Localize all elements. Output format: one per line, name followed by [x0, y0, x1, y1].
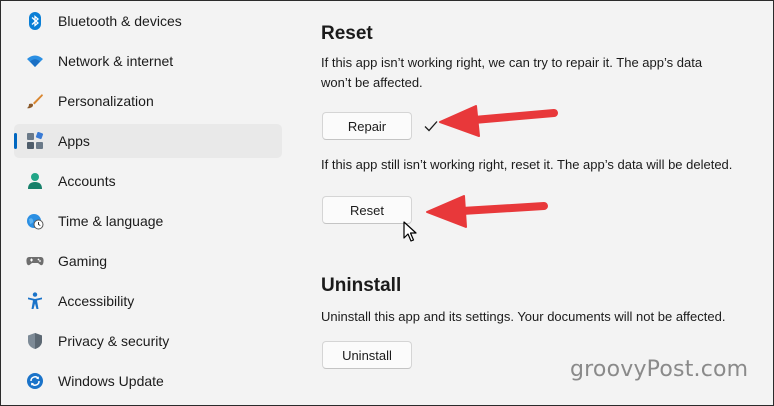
gamepad-icon	[26, 257, 44, 266]
reset-button[interactable]: Reset	[322, 196, 412, 224]
sidebar-item-apps[interactable]: Apps	[14, 124, 282, 158]
sidebar-item-privacy-security[interactable]: Privacy & security	[14, 324, 282, 358]
sidebar-item-accounts[interactable]: Accounts	[14, 164, 282, 198]
repair-description-line-2: won’t be affected.	[321, 75, 423, 90]
accessibility-icon	[28, 292, 42, 309]
annotation-arrow-icon	[426, 195, 548, 228]
sidebar-item-time-language[interactable]: Time & language	[14, 204, 282, 238]
uninstall-section-title: Uninstall	[321, 275, 402, 296]
watermark: groovyPost.com	[570, 357, 749, 382]
mouse-cursor-icon	[403, 221, 417, 242]
annotation-arrow-icon	[439, 105, 558, 137]
person-icon	[28, 173, 42, 189]
sidebar-item-label: Windows Update	[58, 373, 164, 389]
sidebar-item-bluetooth[interactable]: Bluetooth & devices	[14, 4, 282, 38]
update-icon	[27, 373, 43, 389]
sidebar-item-label: Accessibility	[58, 293, 135, 309]
sidebar: Bluetooth & devices Network & internet P…	[0, 0, 290, 406]
uninstall-description: Uninstall this app and its settings. You…	[321, 309, 726, 324]
sidebar-item-label: Network & internet	[58, 53, 174, 69]
apps-icon	[27, 132, 44, 149]
sidebar-item-label: Time & language	[58, 213, 164, 229]
sidebar-item-accessibility[interactable]: Accessibility	[14, 284, 282, 318]
sidebar-item-label: Bluetooth & devices	[58, 13, 182, 29]
sidebar-item-label: Accounts	[58, 173, 116, 189]
sidebar-item-label: Privacy & security	[58, 333, 170, 349]
shield-icon	[28, 333, 42, 349]
reset-section-title: Reset	[321, 23, 373, 44]
uninstall-button[interactable]: Uninstall	[322, 341, 412, 369]
sidebar-item-label: Apps	[58, 133, 90, 149]
sidebar-item-label: Gaming	[58, 253, 108, 269]
selection-indicator	[14, 133, 17, 149]
bluetooth-icon	[29, 12, 41, 30]
sidebar-item-windows-update[interactable]: Windows Update	[14, 364, 282, 398]
sidebar-item-personalization[interactable]: Personalization	[14, 84, 282, 118]
sidebar-item-gaming[interactable]: Gaming	[14, 244, 282, 278]
sidebar-item-label: Personalization	[58, 93, 154, 109]
repair-description: If this app isn’t working right, we can …	[321, 53, 702, 93]
repair-button[interactable]: Repair	[322, 112, 412, 140]
repair-description-line-1: If this app isn’t working right, we can …	[321, 55, 703, 70]
brush-icon	[27, 94, 43, 109]
reset-description: If this app still isn’t working right, r…	[321, 157, 733, 172]
wifi-icon	[27, 55, 43, 67]
globe-clock-icon	[27, 214, 44, 230]
checkmark-icon	[424, 121, 438, 132]
sidebar-item-network[interactable]: Network & internet	[14, 44, 282, 78]
